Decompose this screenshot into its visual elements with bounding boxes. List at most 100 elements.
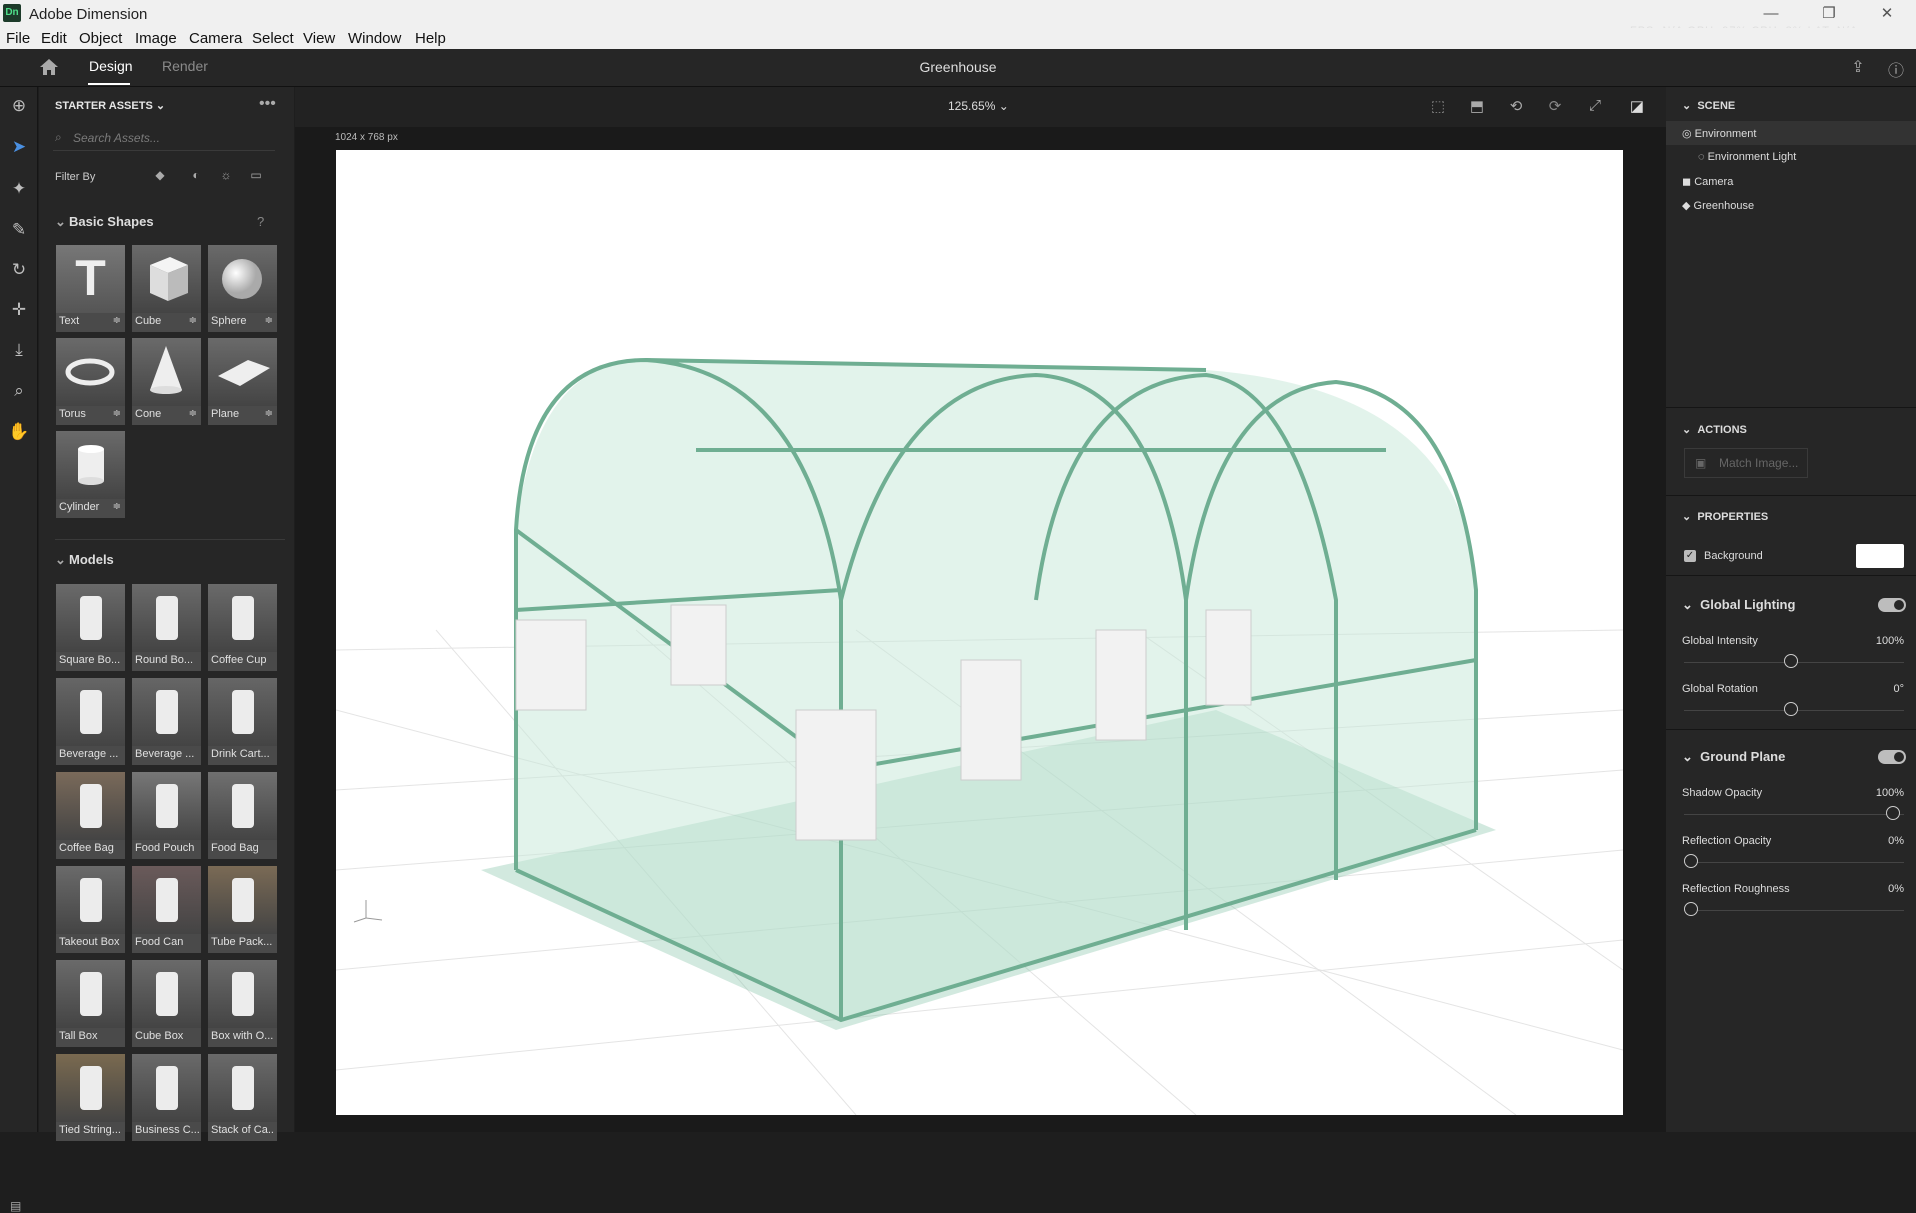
model-tile[interactable]: Tall Box [56, 960, 125, 1047]
frame-icon[interactable]: ⬚ [1428, 97, 1448, 117]
adjust-icon[interactable]: ≑ [189, 408, 197, 419]
zoom-tool-icon[interactable]: ⌕ [8, 380, 30, 402]
hand-tool-icon[interactable]: ✋ [8, 421, 30, 443]
menu-object[interactable]: Object [79, 30, 122, 47]
adjust-icon[interactable]: ≑ [265, 408, 273, 419]
model-tile[interactable]: Takeout Box [56, 866, 125, 953]
asset-tile[interactable]: Cylinder ≑ [56, 431, 125, 518]
orbit-camera-icon[interactable]: ⟲ [1506, 97, 1526, 117]
adjust-icon[interactable]: ≑ [113, 408, 121, 419]
actions-header[interactable]: ⌄ ACTIONS [1682, 423, 1747, 436]
asset-tile[interactable]: Sphere ≑ [208, 245, 277, 332]
filter-lights-icon[interactable]: ☼ [219, 168, 233, 182]
layers-icon[interactable]: ▤ [10, 1199, 28, 1213]
scene-item-environment[interactable]: ◎ Environment [1682, 127, 1756, 140]
model-tile[interactable]: Tube Pack... [208, 866, 277, 953]
adjust-icon[interactable]: ≑ [113, 501, 121, 512]
scene-header[interactable]: ⌄ SCENE [1682, 99, 1735, 112]
active-tab-indicator [88, 83, 130, 85]
help-circle-icon[interactable]: ? [257, 214, 264, 229]
global-intensity-slider[interactable] [1784, 654, 1798, 668]
assets-header[interactable]: STARTER ASSETS ⌄ [55, 99, 165, 112]
model-tile[interactable]: Food Bag [208, 772, 277, 859]
zoom-dropdown[interactable]: 125.65% ⌄ [948, 99, 1009, 113]
model-tile[interactable]: Beverage ... [56, 678, 125, 765]
asset-tile[interactable]: Cone ≑ [132, 338, 201, 425]
background-checkbox[interactable]: ✓ [1684, 550, 1696, 562]
viewport[interactable] [336, 150, 1623, 1115]
model-tile[interactable]: Cube Box [132, 960, 201, 1047]
model-tile[interactable]: Coffee Bag [56, 772, 125, 859]
model-tile[interactable]: Round Bo... [132, 584, 201, 671]
minimize-button[interactable]: — [1748, 2, 1794, 26]
drop-tool-icon[interactable]: ⤓ [8, 339, 30, 361]
model-tile[interactable]: Box with O... [208, 960, 277, 1047]
model-tile[interactable]: Coffee Cup [208, 584, 277, 671]
move-tool-icon[interactable]: ✛ [8, 299, 30, 321]
background-color-swatch[interactable] [1856, 544, 1904, 568]
global-lighting-toggle[interactable] [1878, 598, 1906, 612]
reflection-roughness-track[interactable] [1684, 910, 1904, 911]
model-tile[interactable]: Stack of Ca... [208, 1054, 277, 1141]
menu-window[interactable]: Window [348, 30, 401, 47]
share-icon[interactable]: ⇪ [1848, 57, 1868, 77]
restore-button[interactable]: ❐ [1806, 2, 1852, 26]
menu-view[interactable]: View [303, 30, 335, 47]
ground-plane-toggle[interactable] [1878, 750, 1906, 764]
close-button[interactable]: ✕ [1864, 2, 1910, 26]
orbit-tool-icon[interactable]: ↻ [8, 259, 30, 281]
pan-camera-icon[interactable]: ⟳ [1545, 97, 1565, 117]
reflection-opacity-slider[interactable] [1684, 854, 1698, 868]
image-icon: ▣ [1695, 456, 1707, 470]
scene-item-camera[interactable]: ◼ Camera [1682, 175, 1733, 188]
magic-wand-icon[interactable]: ✦ [8, 178, 30, 200]
add-content-icon[interactable]: ⊕ [8, 95, 30, 117]
global-rotation-slider[interactable] [1784, 702, 1798, 716]
menu-camera[interactable]: Camera [189, 30, 242, 47]
filter-images-icon[interactable]: ▭ [249, 168, 263, 182]
adjust-icon[interactable]: ≑ [189, 315, 197, 326]
reflection-opacity-track[interactable] [1684, 862, 1904, 863]
asset-search[interactable]: ⌕ [53, 127, 275, 151]
help-icon[interactable]: ⓘ [1886, 57, 1906, 80]
menu-file[interactable]: File [6, 30, 30, 47]
camera-view-icon[interactable]: ⬒ [1467, 97, 1487, 117]
dolly-camera-icon[interactable]: ⤢ [1585, 97, 1605, 117]
render-preview-icon[interactable]: ◪ [1627, 97, 1647, 117]
menu-help[interactable]: Help [415, 30, 446, 47]
filter-materials-icon[interactable]: ◐ [189, 168, 203, 182]
menu-image[interactable]: Image [135, 30, 177, 47]
section-models[interactable]: ⌄ Models [55, 552, 114, 568]
section-basic-shapes[interactable]: ⌄ Basic Shapes [55, 214, 154, 230]
menu-edit[interactable]: Edit [41, 30, 67, 47]
menu-select[interactable]: Select [252, 30, 294, 47]
filter-models-icon[interactable]: ◆ [153, 168, 167, 182]
model-tile[interactable]: Beverage ... [132, 678, 201, 765]
properties-header[interactable]: ⌄ PROPERTIES [1682, 510, 1768, 523]
model-tile[interactable]: Business C... [132, 1054, 201, 1141]
match-image-button[interactable]: ▣ Match Image... [1684, 448, 1808, 478]
shadow-opacity-slider[interactable] [1886, 806, 1900, 820]
plane-thumb [208, 338, 277, 406]
scene-item-environment-light[interactable]: ◌ Environment Light [1698, 151, 1796, 163]
adjust-icon[interactable]: ≑ [113, 315, 121, 326]
more-options-icon[interactable]: ••• [259, 95, 276, 113]
shadow-opacity-track[interactable] [1684, 814, 1904, 815]
model-tile[interactable]: Food Pouch [132, 772, 201, 859]
global-lighting-header[interactable]: ⌄ Global Lighting [1682, 597, 1795, 613]
asset-tile[interactable]: Plane ≑ [208, 338, 277, 425]
model-tile[interactable]: Drink Cart... [208, 678, 277, 765]
model-tile[interactable]: Food Can [132, 866, 201, 953]
reflection-roughness-slider[interactable] [1684, 902, 1698, 916]
scene-item-greenhouse[interactable]: ◆ Greenhouse [1682, 199, 1754, 212]
model-tile[interactable]: Square Bo... [56, 584, 125, 671]
asset-tile[interactable]: Torus ≑ [56, 338, 125, 425]
search-input[interactable] [73, 131, 263, 145]
select-tool-icon[interactable]: ➤ [8, 136, 30, 158]
ground-plane-header[interactable]: ⌄ Ground Plane [1682, 749, 1785, 765]
adjust-icon[interactable]: ≑ [265, 315, 273, 326]
model-tile[interactable]: Tied String... [56, 1054, 125, 1141]
asset-tile[interactable]: Cube ≑ [132, 245, 201, 332]
asset-tile[interactable]: T Text ≑ [56, 245, 125, 332]
sample-tool-icon[interactable]: ✎ [8, 219, 30, 241]
